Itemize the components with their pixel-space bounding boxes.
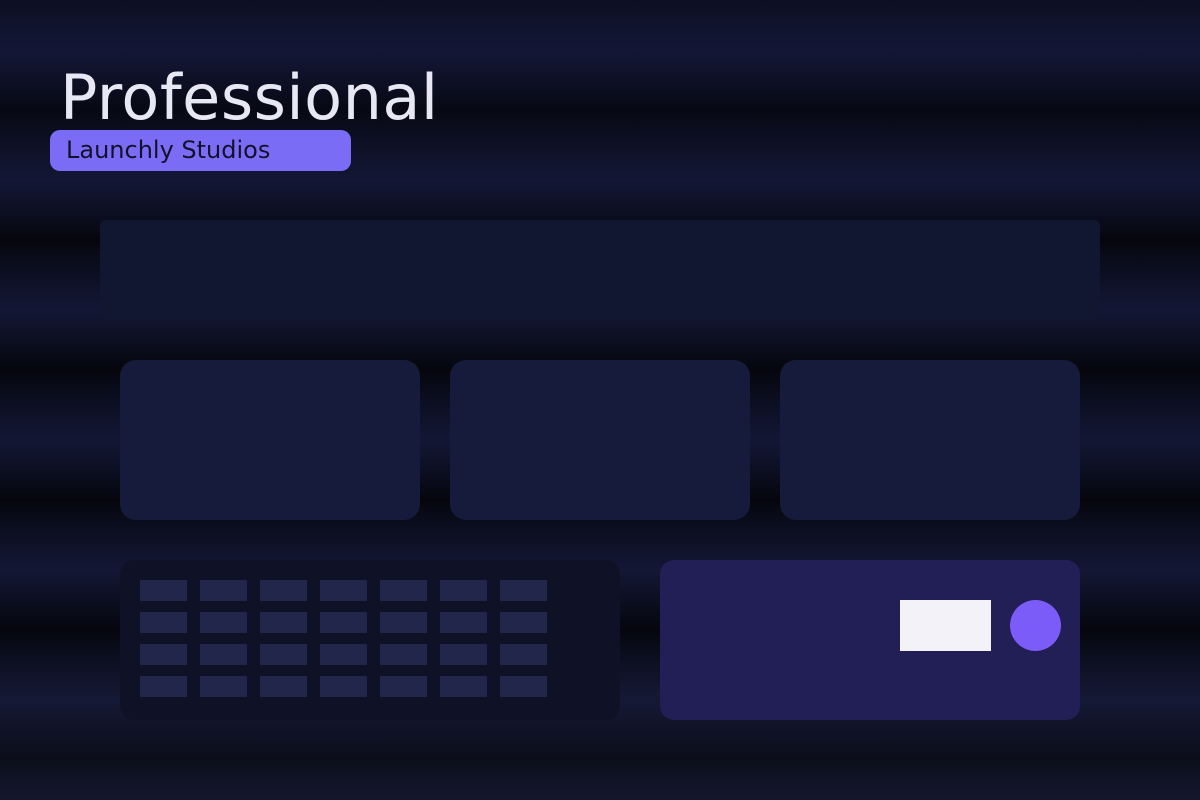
grid-cell[interactable] (380, 612, 427, 633)
grid-cell[interactable] (200, 644, 247, 665)
grid-cell[interactable] (260, 580, 307, 601)
grid-cell[interactable] (140, 676, 187, 697)
grid-cell[interactable] (440, 644, 487, 665)
grid-cell[interactable] (140, 612, 187, 633)
grid-cell[interactable] (500, 644, 547, 665)
avatar-circle-button[interactable] (1010, 600, 1061, 651)
grid-cell[interactable] (440, 612, 487, 633)
grid-cell[interactable] (260, 612, 307, 633)
grid-cell[interactable] (140, 644, 187, 665)
brand-badge: Launchly Studios (50, 130, 351, 171)
grid-cell[interactable] (380, 676, 427, 697)
grid-cell[interactable] (500, 612, 547, 633)
grid-cell[interactable] (260, 644, 307, 665)
grid-cell[interactable] (380, 644, 427, 665)
grid-cell[interactable] (260, 676, 307, 697)
grid-cell[interactable] (320, 612, 367, 633)
grid-cell[interactable] (380, 580, 427, 601)
grid-cell[interactable] (500, 676, 547, 697)
grid-cell[interactable] (200, 612, 247, 633)
grid-cell[interactable] (320, 580, 367, 601)
action-panel (660, 560, 1080, 720)
grid-cell[interactable] (200, 676, 247, 697)
grid-cell[interactable] (440, 580, 487, 601)
hero-banner (100, 220, 1100, 320)
grid-cell[interactable] (500, 580, 547, 601)
primary-action-button[interactable] (900, 600, 991, 651)
feature-card-2[interactable] (450, 360, 750, 520)
feature-card-3[interactable] (780, 360, 1080, 520)
grid-cell[interactable] (440, 676, 487, 697)
page-title: Professional (60, 61, 439, 134)
grid-cell[interactable] (320, 676, 367, 697)
feature-card-1[interactable] (120, 360, 420, 520)
grid-cell[interactable] (320, 644, 367, 665)
calendar-grid-panel (120, 560, 620, 720)
grid-cell[interactable] (200, 580, 247, 601)
grid-cell[interactable] (140, 580, 187, 601)
